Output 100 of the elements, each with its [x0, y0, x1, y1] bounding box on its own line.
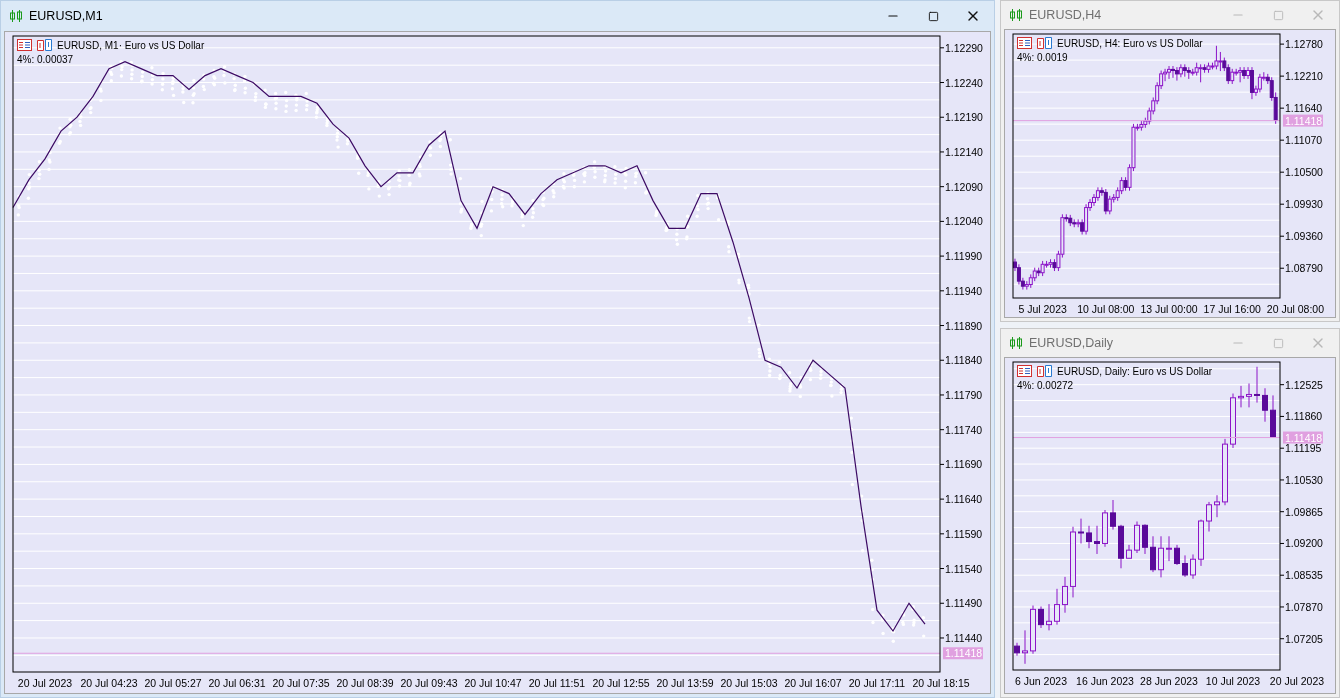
time-axis-label: 10 Jul 2023 [1205, 675, 1261, 687]
candle [1030, 605, 1036, 655]
time-axis-label: 20 Jul 13:59 [656, 677, 714, 689]
price-axis-label: 1.11590 [945, 527, 983, 540]
candle [1150, 535, 1156, 573]
price-axis-label: 1.11195 [1285, 442, 1322, 455]
candle [1078, 518, 1084, 544]
candle [1230, 393, 1236, 449]
current-price-tag: 1.11418 [943, 647, 983, 660]
candle [1046, 603, 1052, 631]
time-axis-label: 20 Jul 12:55 [592, 677, 650, 689]
price-axis-label: 1.11740 [945, 423, 983, 436]
price-axis-label: 1.11990 [945, 250, 983, 263]
candle [1174, 544, 1180, 566]
time-axis-label: 20 Jul 11:51 [528, 677, 586, 689]
candle [1158, 535, 1164, 578]
price-axis-label: 1.11440 [945, 632, 983, 644]
scale-label: 4%: 0.00037 [17, 54, 75, 65]
time-axis-label: 20 Jul 04:23 [80, 677, 138, 689]
price-axis-label: 1.12780 [1285, 38, 1323, 51]
price-axis-label: 1.09865 [1285, 505, 1323, 518]
window-title: EURUSD,M1 [29, 9, 104, 23]
candle [1262, 387, 1268, 423]
template-icon[interactable] [37, 39, 52, 51]
price-axis-label: 1.12140 [945, 145, 983, 158]
candle [1206, 501, 1212, 532]
chart-bars-icon [1009, 337, 1023, 349]
time-axis-label: 6 Jun 2023 [1015, 675, 1067, 687]
price-axis-label: 1.12240 [945, 76, 983, 89]
candle [1270, 394, 1276, 438]
time-axis-label: 20 Jul 15:03 [720, 677, 778, 689]
price-axis-label: 1.10500 [1285, 166, 1323, 179]
candle [1070, 526, 1076, 598]
template-icon[interactable] [1037, 365, 1052, 377]
price-axis-label: 1.12190 [945, 111, 983, 124]
candle [1182, 554, 1188, 578]
maximize-icon [927, 10, 939, 22]
price-axis-label: 1.11640 [1285, 102, 1323, 115]
price-axis-label: 1.09930 [1285, 198, 1323, 211]
chart-bars-icon [1009, 9, 1023, 21]
price-axis-label: 1.12090 [945, 180, 983, 193]
price-axis-label: 1.09360 [1285, 230, 1323, 243]
price-axis-label: 1.11860 [1285, 410, 1323, 423]
candle [1054, 588, 1060, 626]
candle [1118, 524, 1124, 569]
chart-bars-icon [9, 10, 23, 22]
price-axis-label: 1.11790 [945, 388, 983, 401]
symbol-label: EURUSD, M1· Euro vs US Dollar [57, 39, 205, 51]
time-axis-label: 28 Jun 2023 [1140, 675, 1198, 687]
candle [1086, 525, 1092, 549]
candle [1254, 366, 1260, 404]
time-axis-label: 10 Jul 08:00 [1077, 303, 1135, 315]
candle [1190, 553, 1196, 580]
symbol-label: EURUSD, H4: Euro vs US Dollar [1057, 37, 1203, 49]
price-axis-label: 1.11070 [1285, 134, 1323, 147]
maximize-icon [1272, 9, 1284, 21]
list-icon[interactable] [17, 39, 32, 51]
candle [1198, 519, 1204, 567]
price-axis-label: 1.12525 [1285, 378, 1323, 391]
current-price-tag: 1.11418 [1283, 431, 1323, 444]
time-axis-label: 20 Jul 10:47 [464, 677, 522, 689]
price-axis-label: 1.12210 [1285, 70, 1323, 83]
time-axis-label: 17 Jul 16:00 [1203, 303, 1261, 315]
time-axis-label: 20 Jul 2023 [1269, 675, 1325, 687]
time-axis-label: 5 Jul 2023 [1018, 303, 1067, 315]
candle [1238, 385, 1244, 408]
time-axis-label: 20 Jul 17:11 [848, 677, 906, 689]
window-title: EURUSD,H4 [1029, 8, 1103, 22]
price-axis-label: 1.08535 [1285, 569, 1323, 582]
price-axis-label: 1.11490 [945, 597, 983, 610]
time-axis-label: 13 Jul 00:00 [1140, 303, 1198, 315]
candle [1038, 606, 1044, 629]
template-icon[interactable] [1037, 37, 1052, 49]
price-axis-label: 1.12290 [945, 41, 983, 54]
scale-label: 4%: 0.0019 [1017, 52, 1069, 63]
time-axis-label: 20 Jul 05:27 [144, 677, 202, 689]
time-axis-label: 20 Jul 18:15 [912, 677, 970, 689]
time-axis-label: 20 Jul 2023 [17, 677, 73, 689]
price-axis-label: 1.11890 [945, 319, 983, 332]
candle [1166, 535, 1172, 562]
current-price-tag: 1.11418 [1283, 114, 1323, 127]
candle [1062, 576, 1068, 614]
price-axis-label: 1.12040 [945, 215, 983, 228]
candle [1142, 523, 1148, 555]
time-axis-label: 20 Jul 08:39 [336, 677, 394, 689]
price-axis-label: 1.07205 [1285, 632, 1323, 645]
scale-label: 4%: 0.00272 [1017, 380, 1075, 391]
price-axis-label: 1.10530 [1285, 473, 1323, 486]
price-axis-label: 1.07870 [1285, 600, 1323, 613]
price-axis-label: 1.08790 [1285, 262, 1323, 275]
list-icon[interactable] [1017, 365, 1032, 377]
price-axis-label: 1.11840 [945, 354, 983, 367]
candle [1022, 629, 1028, 665]
candle [1110, 499, 1116, 531]
candle [1222, 438, 1228, 506]
list-icon[interactable] [1017, 37, 1032, 49]
time-axis-label: 20 Jul 09:43 [400, 677, 458, 689]
time-axis-label: 20 Jul 08:00 [1266, 303, 1325, 315]
time-axis-label: 20 Jul 16:07 [784, 677, 842, 689]
price-axis-label: 1.11940 [945, 284, 983, 297]
